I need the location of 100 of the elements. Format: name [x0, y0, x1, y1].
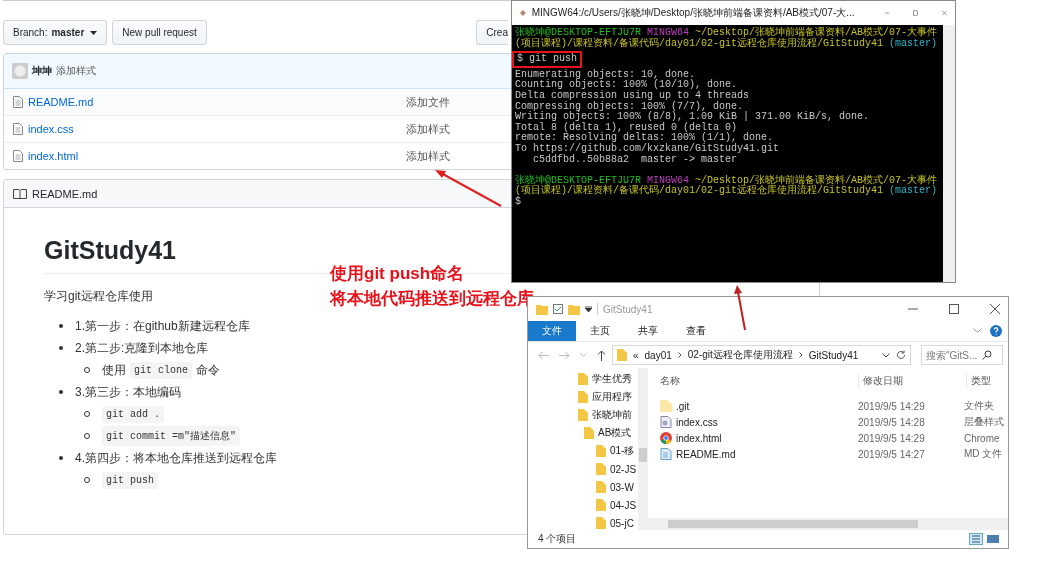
command-text: $	[515, 196, 521, 208]
search-icon	[982, 350, 992, 360]
folder-icon	[660, 400, 672, 412]
column-header[interactable]: 修改日期	[858, 374, 966, 388]
file-name[interactable]: index.html	[676, 432, 722, 444]
browser-icon	[660, 432, 672, 444]
tree-item[interactable]: 应用程序	[592, 390, 632, 404]
output-line: Enumerating objects: 10, done.	[515, 69, 696, 80]
tree-item[interactable]: 张晓坤前	[592, 408, 632, 422]
folder-icon	[578, 373, 588, 385]
list-item-text: 使用	[102, 361, 126, 379]
details-view-icon[interactable]	[969, 533, 983, 545]
folder-icon	[536, 303, 548, 315]
output-line: To https://github.com/kxzkane/GitStudy41.git	[515, 143, 781, 155]
folder-icon	[617, 349, 627, 361]
avatar-icon	[12, 63, 28, 79]
scrollbar[interactable]	[648, 518, 1008, 530]
scrollbar[interactable]	[638, 368, 648, 530]
commit-message[interactable]: 添加样式	[56, 64, 96, 78]
file-link[interactable]: index.css	[28, 123, 406, 135]
breadcrumb-item[interactable]: «	[633, 349, 639, 361]
chevron-right-icon	[798, 352, 803, 358]
window-title: GitStudy41	[603, 303, 653, 315]
commit-author[interactable]: 坤坤	[32, 64, 52, 78]
list-item-text: 命令	[196, 361, 220, 379]
code-snippet: git add .	[102, 405, 164, 423]
tree-item[interactable]: 05-jC	[610, 517, 634, 529]
bullet-icon	[59, 324, 63, 328]
date-cell-text: 2019/9/5 14:29	[858, 400, 926, 412]
up-icon[interactable]	[597, 349, 606, 361]
file-link[interactable]: README.md	[28, 96, 406, 108]
document-icon	[660, 448, 672, 460]
output-line: Counting objects: 100% (10/10), done.	[515, 80, 738, 91]
readme-description: 学习git远程仓库使用	[44, 288, 153, 305]
back-icon[interactable]	[538, 350, 549, 360]
branch-button[interactable]: Branch: master	[3, 20, 108, 45]
file-name[interactable]: .git	[676, 400, 690, 412]
dropdown-icon[interactable]	[585, 306, 592, 312]
checkbox-icon[interactable]	[553, 304, 563, 314]
file-icon	[13, 123, 23, 135]
ribbon-tab[interactable]: 查看	[672, 321, 720, 341]
file-name[interactable]: index.css	[676, 416, 718, 428]
ribbon-tab[interactable]: 主页	[576, 321, 624, 341]
bullet-icon	[59, 456, 63, 460]
folder-icon	[596, 463, 606, 475]
close-icon[interactable]	[990, 304, 1000, 314]
arrow	[435, 170, 502, 207]
new-pull-request-button[interactable]: New pull request	[112, 20, 207, 45]
code-snippet: git commit =m"描述信息"	[102, 426, 240, 446]
arrow	[734, 285, 746, 331]
tree-item[interactable]: 04-JS	[610, 499, 637, 511]
commit-message[interactable]: 添加样式	[406, 121, 450, 137]
large-icons-view-icon[interactable]	[986, 533, 1000, 545]
code-snippet: git push	[102, 471, 158, 489]
create-button[interactable]: Crea	[476, 20, 508, 45]
type-cell-text: 文件夹	[964, 399, 995, 413]
output-line: Delta compression using up to 4 threads	[515, 90, 751, 102]
folder-icon	[596, 499, 606, 511]
date-cell-text: 2019/9/5 14:29	[858, 432, 926, 444]
list-item-text: 2.第二步:克隆到本地仓库	[75, 339, 209, 357]
date-cell-text: 2019/9/5 14:28	[858, 416, 926, 428]
chevron-down-icon[interactable]	[882, 352, 890, 358]
help-icon[interactable]	[990, 325, 1002, 337]
folder-icon	[578, 391, 588, 403]
output-line: remote: Resolving deltas: 100% (1/1), done.	[515, 133, 774, 144]
type-cell-text: 层叠样式	[964, 415, 1005, 429]
output-line: Compressing objects: 100% (7/7), done.	[515, 101, 745, 112]
search-field[interactable]: 搜索"GitS...	[921, 345, 1003, 365]
window-title: MINGW64:/c/Users/张晓坤/Desktop/张晓坤前端备课资料/AB模式/07-大...	[531, 6, 855, 20]
ribbon-tab[interactable]: 文件	[528, 321, 576, 341]
prompt-line: 张晓坤@DESKTOP-EFTJU7R MINGW64 ~/Desktop/张晓坤前端备课资料/AB模式/07-大事件(项目课程)/课程资料/备课代码/day01/02-git远程仓库使用流程/GitStudy41 (master)	[515, 175, 939, 197]
column-header[interactable]: 名称	[660, 374, 858, 388]
file-icon	[13, 96, 23, 108]
folder-icon	[596, 481, 606, 493]
bullet-icon	[59, 346, 63, 350]
breadcrumb-item[interactable]: GitStudy41	[808, 349, 859, 361]
commit-message[interactable]: 添加文件	[406, 94, 450, 110]
ribbon-tab[interactable]: 共享	[624, 321, 672, 341]
breadcrumb-item[interactable]: day01	[644, 349, 672, 361]
tree-item[interactable]: 学生优秀	[592, 372, 632, 386]
forward-icon[interactable]	[559, 350, 570, 360]
tree-item[interactable]: 03-W	[610, 481, 634, 493]
folder-icon	[596, 445, 606, 457]
column-header[interactable]: 类型	[966, 374, 1008, 388]
file-link[interactable]: index.html	[28, 150, 406, 162]
status-text: 4 个项目	[538, 532, 577, 546]
refresh-icon[interactable]	[896, 350, 906, 360]
tree-item[interactable]: 01-移	[610, 444, 635, 458]
output-line: Writing objects: 100% (8/8), 1.09 KiB | 371.00 KiB/s, done.	[515, 112, 871, 123]
commit-message[interactable]: 添加样式	[406, 148, 450, 164]
file-name[interactable]: README.md	[676, 448, 736, 460]
breadcrumb-item[interactable]: 02-git远程仓库使用流程	[687, 348, 793, 362]
address-bar[interactable]: « day01 02-git远程仓库使用流程 GitStudy41	[612, 345, 911, 365]
folder-icon	[584, 427, 594, 439]
maximize-icon[interactable]	[949, 304, 959, 314]
scrollbar[interactable]	[943, 25, 955, 282]
folder-icon	[596, 517, 606, 529]
tree-item[interactable]: AB模式	[598, 426, 632, 440]
tree-item[interactable]: 02-JS	[610, 463, 637, 475]
caret-icon	[90, 30, 98, 35]
